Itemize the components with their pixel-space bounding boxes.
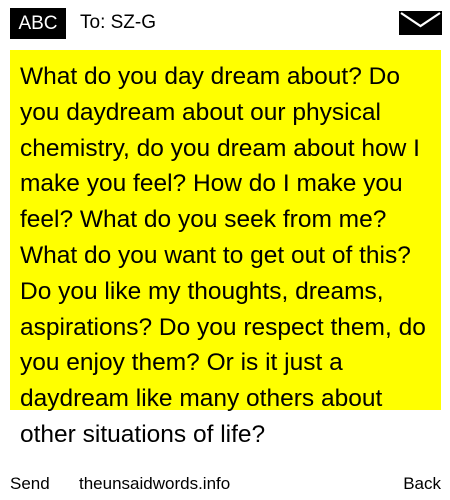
softkey-bar: Send theunsaidwords.info Back [0,470,450,498]
input-mode-badge[interactable]: ABC [10,8,66,39]
message-text-area[interactable]: What do you day dream about? Do you dayd… [20,59,438,453]
send-button[interactable]: Send [10,470,50,498]
back-button[interactable]: Back [403,470,441,498]
envelope-icon [399,11,442,35]
recipient-label[interactable]: To: SZ-G [80,10,156,36]
site-label: theunsaidwords.info [79,474,231,493]
message-header: ABC To: SZ-G [0,0,450,46]
